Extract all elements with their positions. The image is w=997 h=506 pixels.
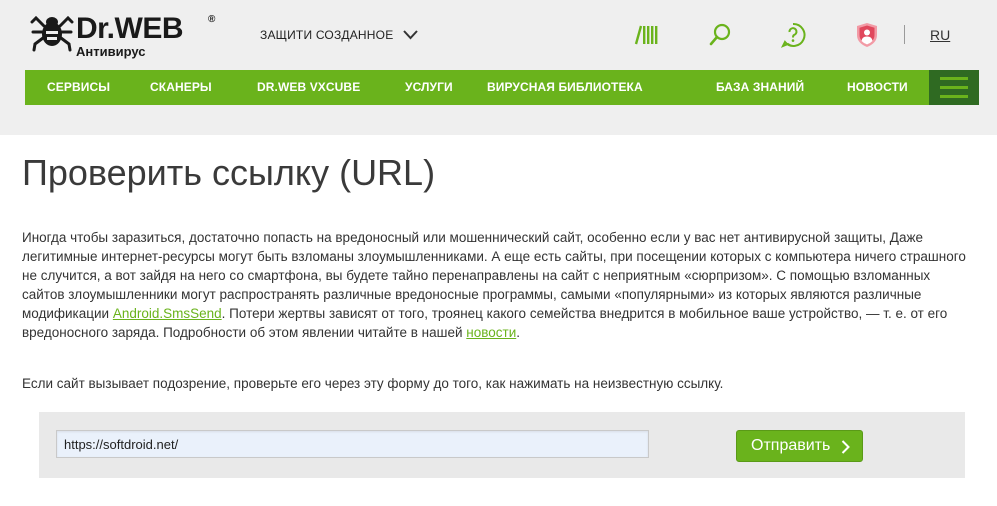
protect-created-label: ЗАЩИТИ СОЗДАННОЕ	[260, 28, 394, 42]
nav-item-services[interactable]: СЕРВИСЫ	[47, 70, 110, 105]
site-header: Dr.WEB ® Антивирус ЗАЩИТИ СОЗДАННОЕ RU	[0, 0, 997, 135]
url-input[interactable]	[56, 430, 649, 458]
submit-label: Отправить	[751, 437, 831, 454]
user-shield-icon[interactable]	[853, 22, 881, 48]
submit-button[interactable]: Отправить	[736, 430, 863, 462]
language-switcher[interactable]: RU	[930, 27, 950, 43]
nav-item-scanners[interactable]: СКАНЕРЫ	[150, 70, 212, 105]
logo-brand: Dr.WEB	[76, 12, 184, 45]
intro-paragraph: Иногда чтобы заразиться, достаточно попа…	[22, 228, 972, 342]
chevron-down-icon	[403, 30, 419, 40]
nav-item-knowledge-base[interactable]: БАЗА ЗНАНИЙ	[716, 70, 804, 105]
intro-text-3: .	[516, 325, 521, 340]
nav-item-virus-library[interactable]: ВИРУСНАЯ БИБЛИОТЕКА	[487, 70, 643, 105]
drweb-logo[interactable]: Dr.WEB ® Антивирус	[30, 10, 225, 62]
url-check-form: Отправить	[39, 412, 965, 478]
news-link[interactable]: новости	[466, 325, 516, 340]
nav-item-vxcube[interactable]: DR.WEB VXCUBE	[257, 70, 360, 105]
main-nav: СЕРВИСЫ СКАНЕРЫ DR.WEB VXCUBE УСЛУГИ ВИР…	[25, 70, 979, 105]
logo-subtitle: Антивирус	[76, 44, 146, 59]
nav-item-news[interactable]: НОВОСТИ	[847, 70, 908, 105]
check-hint-text: Если сайт вызывает подозрение, проверьте…	[22, 376, 724, 391]
chevron-right-icon	[841, 440, 850, 454]
help-icon[interactable]	[779, 22, 807, 48]
logo-reg-mark: ®	[208, 14, 216, 25]
spider-logo-icon	[30, 15, 74, 52]
protect-created-menu[interactable]: ЗАЩИТИ СОЗДАННОЕ	[260, 26, 419, 44]
header-divider	[904, 25, 905, 44]
page-title: Проверить ссылку (URL)	[22, 152, 436, 193]
nav-item-services-paid[interactable]: УСЛУГИ	[405, 70, 453, 105]
hamburger-icon[interactable]	[929, 70, 979, 105]
android-smssend-link[interactable]: Android.SmsSend	[113, 306, 222, 321]
search-icon[interactable]	[706, 22, 734, 48]
barcode-icon[interactable]	[632, 22, 660, 48]
